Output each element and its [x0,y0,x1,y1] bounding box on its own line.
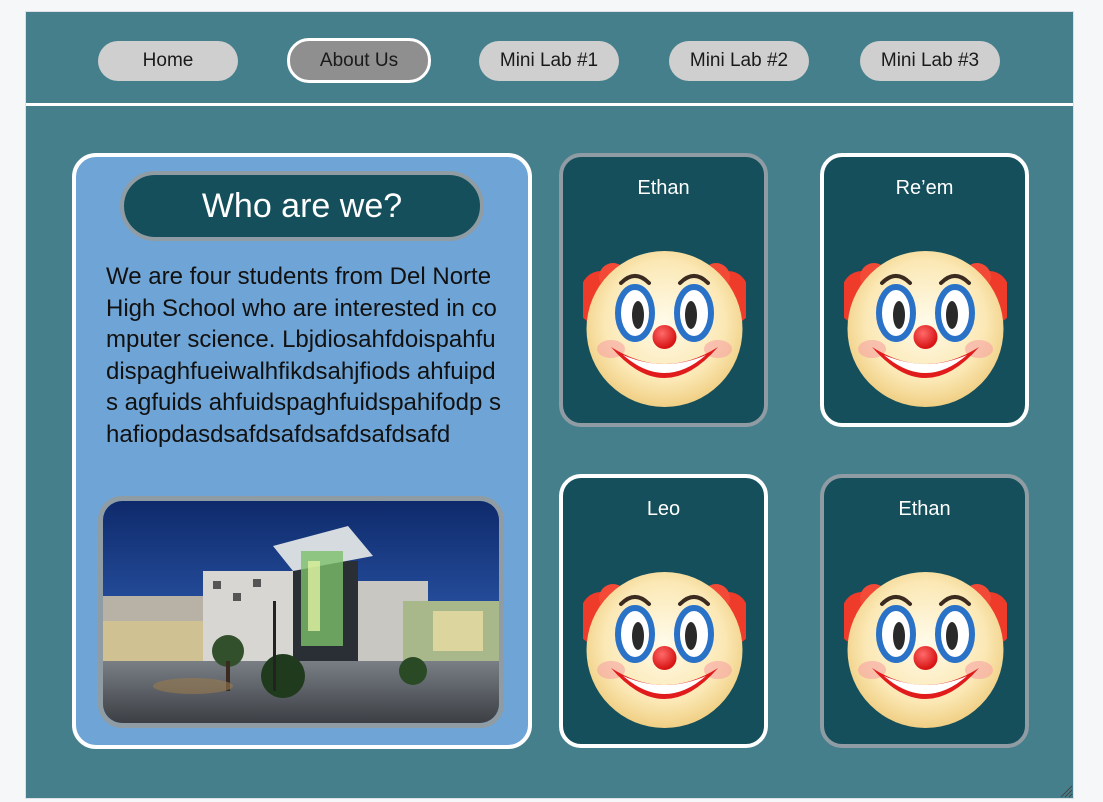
clown-face-icon [844,249,1007,409]
member-card: Ethan [559,153,768,427]
resize-handle-icon[interactable] [1059,784,1073,798]
member-name: Leo [646,498,681,520]
member-name: Ethan [898,498,951,520]
school-photo [98,496,504,728]
about-title: Who are we? [120,171,484,241]
clown-face-icon [844,570,1007,730]
about-description: We are four students from Del Norte High… [106,263,501,448]
top-navigation: Home About Us Mini Lab #1 Mini Lab #2 Mi… [26,12,1073,106]
nav-mini-lab-3-button[interactable]: Mini Lab #3 [860,41,1000,81]
page-container: Home About Us Mini Lab #1 Mini Lab #2 Mi… [25,11,1074,799]
about-card: Who are we? We are four students from De… [72,153,532,749]
nav-about-us-button[interactable]: About Us [287,38,431,83]
member-name: Ethan [637,177,690,199]
clown-face-icon [583,570,746,730]
nav-home-button[interactable]: Home [98,41,238,81]
nav-mini-lab-1-button[interactable]: Mini Lab #1 [479,41,619,81]
member-card: Ethan [820,474,1029,748]
nav-mini-lab-2-button[interactable]: Mini Lab #2 [669,41,809,81]
member-name: Re’em [895,177,954,199]
member-card: Re’em [820,153,1029,427]
clown-face-icon [583,249,746,409]
member-card: Leo [559,474,768,748]
